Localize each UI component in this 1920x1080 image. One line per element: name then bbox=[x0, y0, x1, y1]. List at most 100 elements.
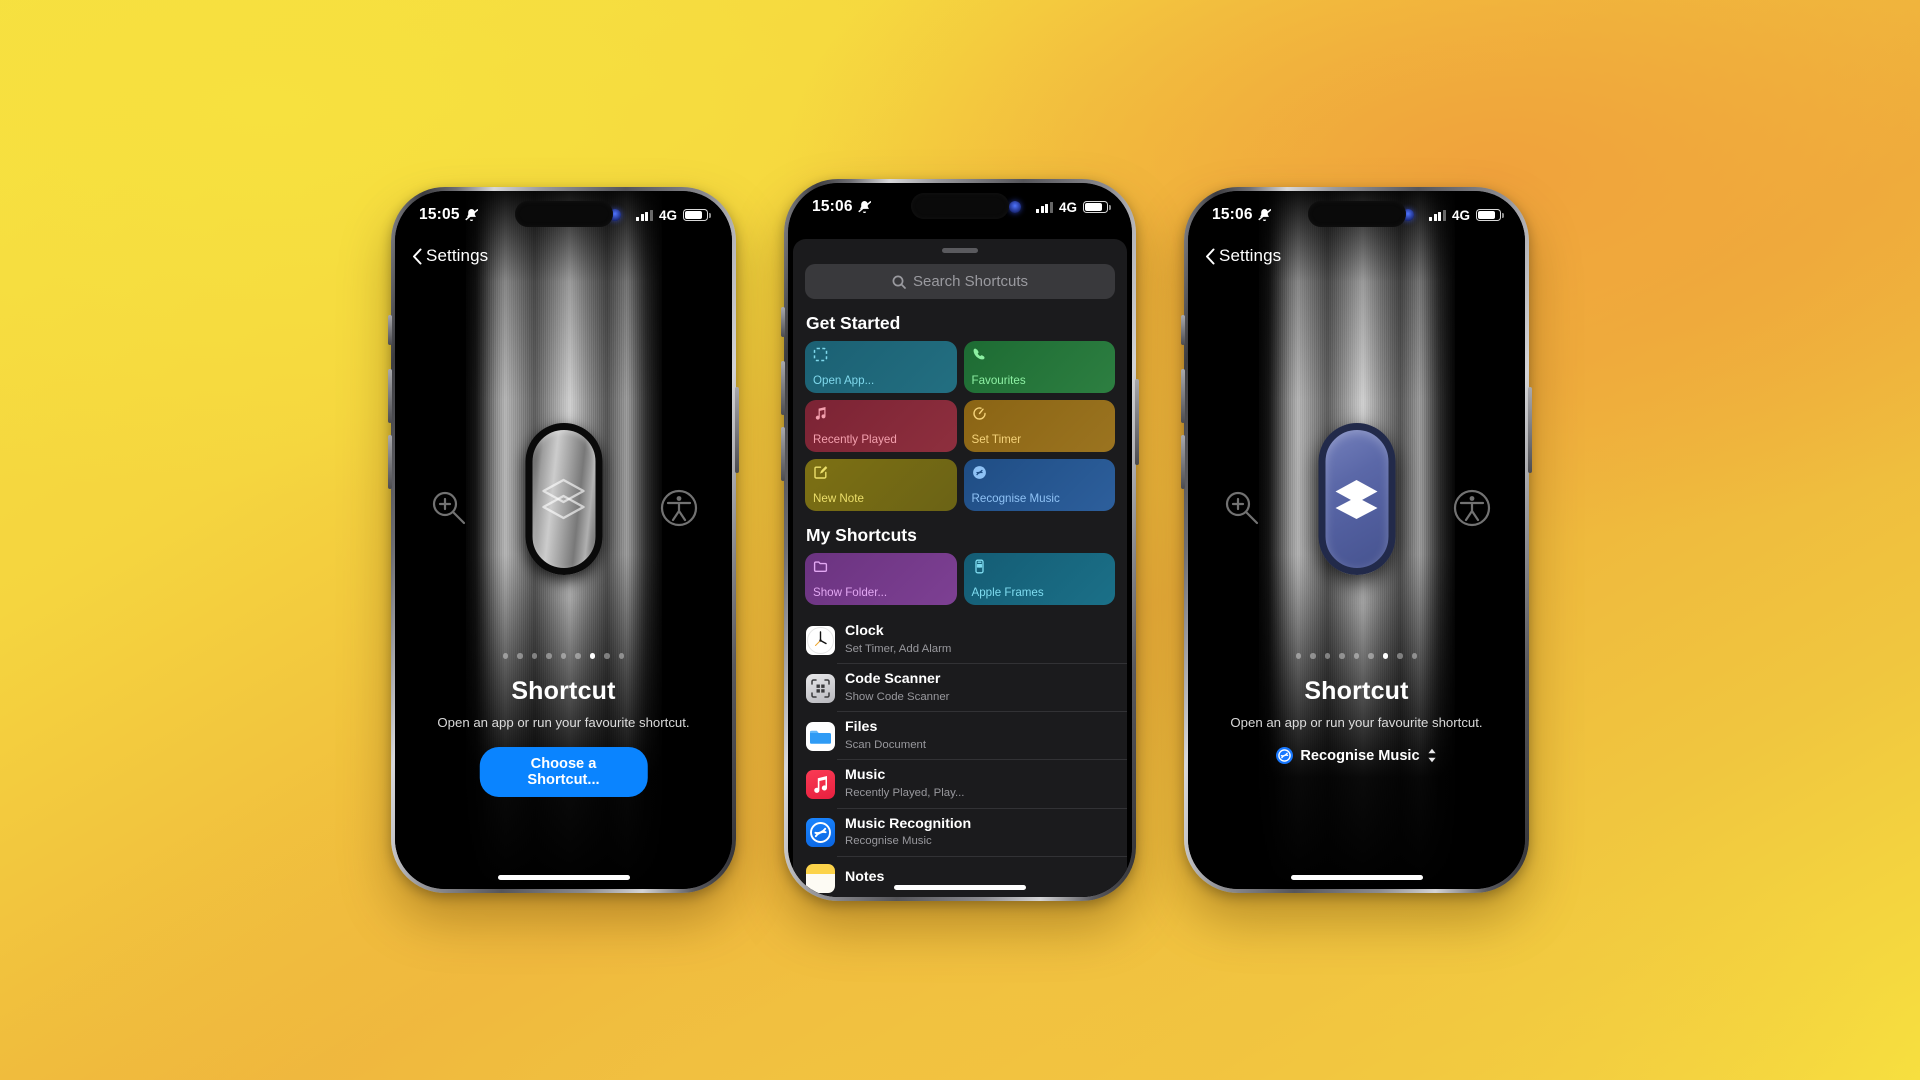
choose-shortcut-button[interactable]: Choose a Shortcut... bbox=[479, 747, 648, 797]
app-detail: Recently Played, Play... bbox=[845, 787, 965, 800]
mute-switch[interactable] bbox=[388, 315, 392, 345]
volume-up-button[interactable] bbox=[781, 361, 785, 415]
shazam-icon bbox=[1276, 747, 1294, 764]
app-detail: Recognise Music bbox=[845, 835, 932, 848]
phone-left: Shortcut Open an app or run your favouri… bbox=[388, 187, 739, 893]
chevron-left-icon[interactable] bbox=[1205, 248, 1215, 265]
app-name: Music Recognition bbox=[845, 815, 972, 832]
selected-shortcut-label: Recognise Music bbox=[1300, 747, 1420, 764]
power-button[interactable] bbox=[1135, 379, 1139, 465]
search-input[interactable]: Search Shortcuts bbox=[805, 264, 1115, 299]
app-detail: Show Code Scanner bbox=[845, 690, 950, 703]
phones-stage: Shortcut Open an app or run your favouri… bbox=[0, 0, 1920, 1080]
home-indicator[interactable] bbox=[497, 875, 630, 880]
page-title: Shortcut bbox=[511, 677, 616, 705]
phone-middle: Search Shortcuts Get Started Open App...… bbox=[781, 179, 1139, 901]
nav-bar-left: Settings bbox=[395, 239, 732, 273]
tile-recognise-music[interactable]: Recognise Music bbox=[963, 459, 1115, 511]
list-item[interactable]: Code Scanner Show Code Scanner bbox=[793, 664, 1127, 713]
tile-label: Recognise Music bbox=[971, 492, 1060, 505]
status-right: 4G bbox=[1009, 199, 1111, 215]
tile-new-note[interactable]: New Note bbox=[805, 459, 957, 511]
list-item[interactable]: Files Scan Document bbox=[793, 712, 1127, 761]
list-item[interactable]: Music Recently Played, Play... bbox=[793, 760, 1127, 809]
page-subtitle: Open an app or run your favourite shortc… bbox=[437, 715, 690, 730]
status-bar-left: 15:05 4G bbox=[395, 191, 732, 239]
signal-bars-icon bbox=[1429, 209, 1446, 221]
mute-switch[interactable] bbox=[1181, 315, 1185, 345]
app-name: Files bbox=[845, 719, 878, 736]
nav-bar-right: Settings bbox=[1188, 239, 1525, 273]
screen-right: Shortcut Open an app or run your favouri… bbox=[1188, 191, 1525, 889]
shazam-app-icon bbox=[806, 818, 835, 848]
volume-down-button[interactable] bbox=[388, 435, 392, 489]
signal-bars-icon bbox=[636, 209, 653, 221]
up-down-chevron-icon[interactable] bbox=[1427, 748, 1437, 763]
volume-up-button[interactable] bbox=[388, 369, 392, 423]
list-item-text: Notes bbox=[845, 869, 884, 887]
screen-middle: Search Shortcuts Get Started Open App...… bbox=[788, 183, 1132, 897]
home-indicator[interactable] bbox=[1290, 875, 1423, 880]
layers-icon bbox=[1335, 480, 1378, 519]
tile-favourites[interactable]: Favourites bbox=[963, 341, 1115, 393]
power-button[interactable] bbox=[735, 387, 739, 473]
my-shortcuts-tiles: Show Folder... Apple Frames bbox=[793, 553, 1127, 605]
bell-slash-icon bbox=[857, 200, 871, 214]
list-item[interactable]: Clock Set Timer, Add Alarm bbox=[793, 616, 1127, 665]
tile-label: Apple Frames bbox=[971, 586, 1044, 599]
home-indicator[interactable] bbox=[894, 885, 1026, 890]
page-dots-left[interactable] bbox=[395, 653, 732, 659]
back-label[interactable]: Settings bbox=[426, 246, 488, 266]
battery-icon bbox=[1476, 208, 1504, 222]
section-title-my-shortcuts: My Shortcuts bbox=[806, 525, 917, 545]
list-item-text: Clock Set Timer, Add Alarm bbox=[845, 623, 951, 657]
status-right: 4G bbox=[609, 208, 711, 223]
page-dots-right[interactable] bbox=[1188, 653, 1525, 659]
app-list: Clock Set Timer, Add Alarm Code Scanner … bbox=[793, 616, 1127, 897]
selected-shortcut-picker[interactable]: Recognise Music bbox=[1188, 747, 1525, 764]
tile-recently-played[interactable]: Recently Played bbox=[805, 400, 957, 452]
tile-apple-frames[interactable]: Apple Frames bbox=[963, 553, 1115, 605]
bell-slash-icon bbox=[464, 208, 478, 222]
action-button-graphic[interactable] bbox=[1318, 423, 1395, 575]
chevron-left-icon[interactable] bbox=[412, 248, 422, 265]
tile-label: Favourites bbox=[971, 374, 1026, 387]
list-item-text: Files Scan Document bbox=[845, 719, 926, 753]
app-name: Code Scanner bbox=[845, 671, 941, 688]
action-button-graphic[interactable] bbox=[525, 423, 602, 575]
phone-icon bbox=[973, 348, 984, 360]
list-item[interactable]: Notes bbox=[793, 857, 1127, 897]
tile-show-folder[interactable]: Show Folder... bbox=[805, 553, 957, 605]
shortcuts-picker-sheet: Search Shortcuts Get Started Open App...… bbox=[793, 239, 1127, 897]
status-left: 15:06 bbox=[1212, 206, 1271, 224]
tile-label: New Note bbox=[813, 492, 864, 505]
status-time: 15:06 bbox=[1212, 206, 1253, 223]
section-title-get-started: Get Started bbox=[806, 313, 901, 333]
app-name: Notes bbox=[845, 869, 885, 886]
bell-slash-icon bbox=[1257, 208, 1271, 222]
search-placeholder: Search Shortcuts bbox=[912, 273, 1029, 290]
magnifier-plus-icon bbox=[427, 487, 469, 529]
volume-down-button[interactable] bbox=[1181, 435, 1185, 489]
status-bar-right: 15:06 4G bbox=[1188, 191, 1525, 239]
volume-down-button[interactable] bbox=[781, 427, 785, 481]
dynamic-island bbox=[911, 193, 1009, 219]
tile-set-timer[interactable]: Set Timer bbox=[963, 400, 1115, 452]
files-app-icon bbox=[806, 721, 835, 751]
phone-right: Shortcut Open an app or run your favouri… bbox=[1181, 187, 1532, 893]
mute-switch[interactable] bbox=[781, 307, 785, 337]
network-label: 4G bbox=[1058, 199, 1077, 215]
notes-app-icon bbox=[806, 863, 835, 893]
music-app-icon bbox=[806, 769, 835, 799]
tile-label: Open App... bbox=[813, 374, 875, 387]
volume-up-button[interactable] bbox=[1181, 369, 1185, 423]
iphone-icon bbox=[974, 559, 984, 574]
list-item[interactable]: Music Recognition Recognise Music bbox=[793, 809, 1127, 857]
tile-open-app[interactable]: Open App... bbox=[805, 341, 957, 393]
status-right: 4G bbox=[1402, 208, 1504, 223]
back-label[interactable]: Settings bbox=[1219, 246, 1281, 266]
clock-app-icon bbox=[806, 625, 835, 655]
sheet-grabber[interactable] bbox=[942, 248, 978, 253]
battery-icon bbox=[683, 208, 711, 222]
power-button[interactable] bbox=[1528, 387, 1532, 473]
